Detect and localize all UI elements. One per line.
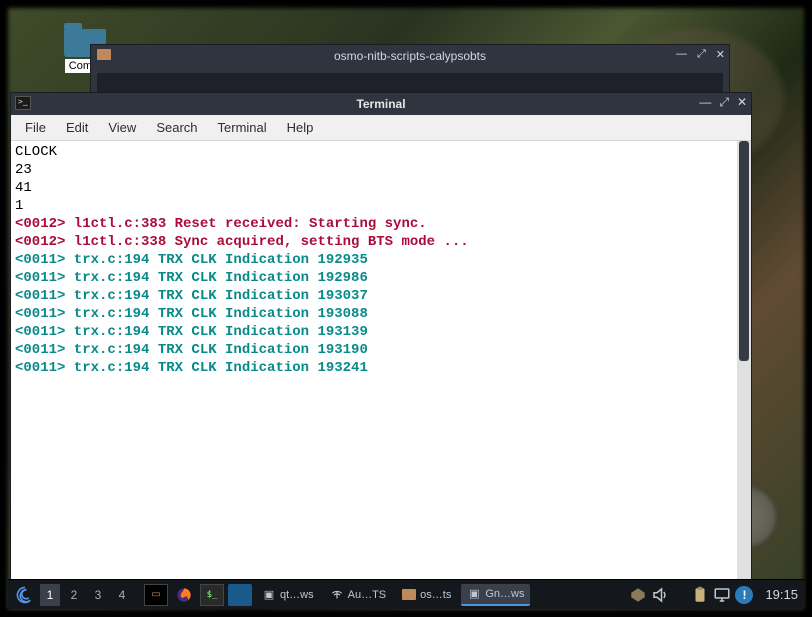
terminal-line: <0012> l1ctl.c:383 Reset received: Start… <box>15 216 427 232</box>
terminal-line: <0011> trx.c:194 TRX CLK Indication 1930… <box>15 288 368 304</box>
terminal-line: <0011> trx.c:194 TRX CLK Indication 1930… <box>15 306 368 322</box>
file-manager-title: osmo-nitb-scripts-calypsobts <box>334 49 486 63</box>
tray-notification-badge[interactable]: ! <box>735 586 753 604</box>
tray-volume-icon[interactable] <box>651 586 669 604</box>
terminal-icon <box>15 96 31 110</box>
minimize-button[interactable]: — <box>676 48 687 61</box>
tray-clipboard-icon[interactable] <box>691 586 709 604</box>
launcher-file-manager[interactable]: ▭ <box>144 584 168 606</box>
folder-icon <box>402 589 416 600</box>
terminal-icon: ▣ <box>262 588 276 602</box>
menu-search[interactable]: Search <box>146 116 207 139</box>
maximize-button[interactable]: ⤢ <box>697 48 706 61</box>
terminal-output: CLOCK 23 41 1 <0012> l1ctl.c:383 Reset r… <box>15 143 747 377</box>
file-manager-titlebar[interactable]: osmo-nitb-scripts-calypsobts — ⤢ ✕ <box>91 45 729 67</box>
folder-icon <box>97 49 111 60</box>
menu-view[interactable]: View <box>98 116 146 139</box>
terminal-line: CLOCK <box>15 144 57 160</box>
terminal-title: Terminal <box>356 97 405 111</box>
task-label: Au…TS <box>348 589 387 601</box>
taskbar-task-qt[interactable]: ▣ qt…ws <box>256 584 320 606</box>
launcher-terminal[interactable]: $_ <box>200 584 224 606</box>
workspace-1[interactable]: 1 <box>40 584 60 606</box>
terminal-titlebar[interactable]: Terminal — ⤢ ✕ <box>11 93 751 115</box>
close-button[interactable]: ✕ <box>737 95 747 110</box>
workspace-3[interactable]: 3 <box>88 584 108 606</box>
spiral-logo-icon <box>16 586 34 604</box>
task-label: os…ts <box>420 589 451 601</box>
terminal-line: 23 <box>15 162 32 178</box>
terminal-body[interactable]: CLOCK 23 41 1 <0012> l1ctl.c:383 Reset r… <box>11 141 751 581</box>
terminal-menubar: File Edit View Search Terminal Help <box>11 115 751 141</box>
taskbar-task-terminal[interactable]: ▣ Gn…ws <box>461 584 530 606</box>
workspace-2[interactable]: 2 <box>64 584 84 606</box>
maximize-button[interactable]: ⤢ <box>719 95 729 110</box>
terminal-line: <0011> trx.c:194 TRX CLK Indication 1931… <box>15 324 368 340</box>
terminal-line: <0011> trx.c:194 TRX CLK Indication 1932… <box>15 360 368 376</box>
terminal-line: <0011> trx.c:194 TRX CLK Indication 1929… <box>15 252 368 268</box>
taskbar-task-auts[interactable]: Au…TS <box>324 584 393 606</box>
taskbar-task-osmo[interactable]: os…ts <box>396 584 457 606</box>
start-menu-button[interactable] <box>14 584 36 606</box>
taskbar: 1 2 3 4 ▭ $_ ▣ qt…ws Au…TS os…ts ▣ Gn…ws <box>8 579 804 609</box>
taskbar-clock[interactable]: 19:15 <box>765 587 798 602</box>
workspace-4[interactable]: 4 <box>112 584 132 606</box>
menu-help[interactable]: Help <box>277 116 324 139</box>
terminal-line: 1 <box>15 198 23 214</box>
launcher-firefox[interactable] <box>172 584 196 606</box>
menu-terminal[interactable]: Terminal <box>208 116 277 139</box>
menu-file[interactable]: File <box>15 116 56 139</box>
terminal-window[interactable]: Terminal — ⤢ ✕ File Edit View Search Ter… <box>10 92 752 582</box>
minimize-button[interactable]: — <box>699 95 711 110</box>
launcher-show-desktop[interactable] <box>228 584 252 606</box>
terminal-line: <0011> trx.c:194 TRX CLK Indication 1929… <box>15 270 368 286</box>
scrollbar[interactable] <box>737 141 751 581</box>
terminal-icon: ▣ <box>467 587 481 601</box>
task-label: qt…ws <box>280 589 314 601</box>
network-icon <box>330 588 344 602</box>
firefox-icon <box>176 587 192 603</box>
close-button[interactable]: ✕ <box>716 48 725 61</box>
tray-updates-icon[interactable] <box>629 586 647 604</box>
task-label: Gn…ws <box>485 588 524 600</box>
scrollbar-thumb[interactable] <box>739 141 749 361</box>
menu-edit[interactable]: Edit <box>56 116 98 139</box>
terminal-line: <0011> trx.c:194 TRX CLK Indication 1931… <box>15 342 368 358</box>
tray-monitor-icon[interactable] <box>713 586 731 604</box>
terminal-line: <0012> l1ctl.c:338 Sync acquired, settin… <box>15 234 469 250</box>
terminal-line: 41 <box>15 180 32 196</box>
